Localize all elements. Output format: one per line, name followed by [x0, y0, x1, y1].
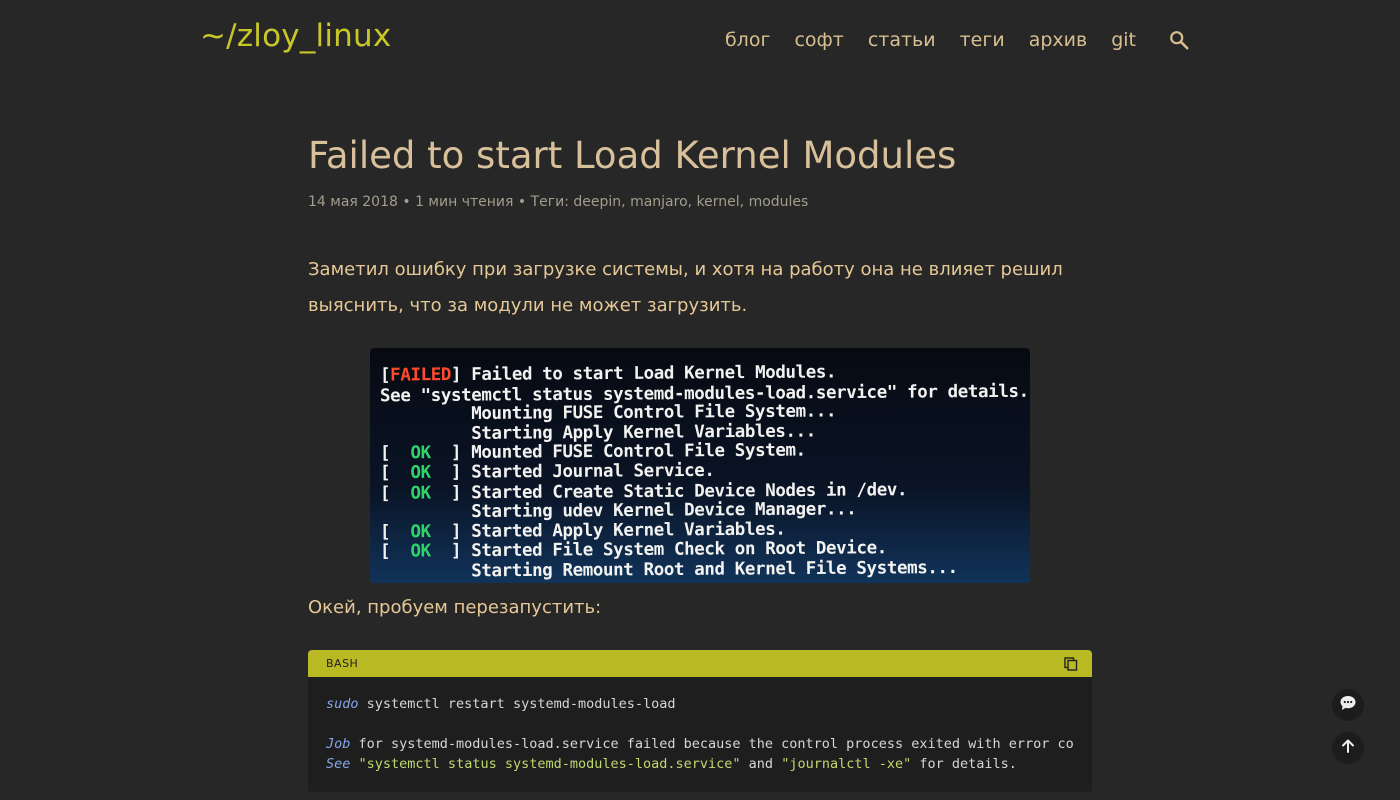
code-text: for details.	[911, 756, 1017, 772]
nav-item-tags[interactable]: теги	[960, 28, 1005, 52]
code-string: "journalctl -xe"	[781, 756, 912, 772]
intro-paragraph: Заметил ошибку при загрузке системы, и х…	[308, 259, 1063, 316]
boot-log-text: [	[379, 541, 411, 563]
post-title: Failed to start Load Kernel Modules	[308, 134, 957, 177]
boot-log-status: OK	[410, 462, 431, 483]
nav-item-blog[interactable]: блог	[725, 28, 770, 52]
boot-log-status: OK	[410, 541, 431, 562]
post-read-time: 1 мин чтения	[415, 194, 514, 210]
tag-link[interactable]: deepin	[573, 194, 621, 210]
code-command: sudo	[326, 696, 359, 712]
code-line: Job for systemd-modules-load.service fai…	[326, 734, 1074, 754]
site-logo[interactable]: ~/zloy_linux	[200, 18, 391, 54]
main-nav: блог софт статьи теги архив git	[701, 28, 1190, 52]
code-string: "systemctl status systemd-modules-load.s…	[358, 756, 741, 772]
tags-label: Теги:	[530, 194, 569, 210]
boot-log-status: OK	[410, 521, 431, 542]
boot-log-line: Starting Remount Root and Kernel File Sy…	[380, 558, 958, 582]
boot-log-status: OK	[410, 483, 431, 504]
meta-separator: •	[517, 194, 531, 210]
code-command: Job	[326, 736, 351, 752]
boot-log-text: [	[379, 483, 411, 504]
scroll-top-button[interactable]	[1332, 732, 1364, 764]
post-meta: 14 мая 2018 • 1 мин чтения • Теги: deepi…	[308, 194, 809, 210]
boot-log-line: [FAILED] Failed to start Load Kernel Mod…	[380, 362, 836, 385]
search-icon[interactable]	[1168, 29, 1190, 51]
code-line: sudo systemctl restart systemd-modules-l…	[326, 694, 1074, 714]
boot-log-line: [ OK ] Mounted FUSE Control File System.	[380, 441, 806, 464]
boot-log-line: [ OK ] Started Journal Service.	[380, 461, 715, 483]
boot-log-text: ] Failed to start Load Kernel Modules.	[450, 362, 837, 386]
boot-log-text: ] Mounted FUSE Control File System.	[430, 440, 806, 464]
boot-log-text: [	[379, 365, 391, 386]
boot-log-status: FAILED	[390, 365, 452, 386]
boot-log-text: [	[379, 443, 411, 464]
boot-log-text: [	[379, 522, 411, 543]
code-text: for systemd-modules-load.service failed …	[350, 736, 1074, 752]
boot-screenshot: [FAILED] Failed to start Load Kernel Mod…	[370, 348, 1030, 583]
comments-button[interactable]	[1332, 689, 1364, 721]
tag-link[interactable]: kernel	[697, 194, 740, 210]
post-date: 14 мая 2018	[308, 194, 398, 210]
code-line: See "systemctl status systemd-modules-lo…	[326, 754, 1074, 774]
code-block-header: BASH	[308, 650, 1092, 677]
boot-log-status: OK	[410, 443, 431, 464]
boot-log-text: ] Started Journal Service.	[430, 460, 715, 483]
nav-item-articles[interactable]: статьи	[868, 28, 936, 52]
code-block: sudo systemctl restart systemd-modules-l…	[308, 677, 1092, 792]
copy-icon[interactable]	[1064, 656, 1078, 671]
comments-icon	[1339, 694, 1357, 716]
boot-log-text: Starting Remount Root and Kernel File Sy…	[379, 557, 958, 583]
tag-link[interactable]: manjaro	[630, 194, 688, 210]
code-command: See	[326, 756, 351, 772]
arrow-up-icon	[1340, 738, 1356, 758]
nav-item-archive[interactable]: архив	[1029, 28, 1088, 52]
nav-item-software[interactable]: софт	[794, 28, 843, 52]
restart-paragraph: Окей, пробуем перезапустить:	[308, 597, 602, 618]
code-text: systemctl restart systemd-modules-load	[358, 696, 676, 712]
meta-separator: •	[402, 194, 416, 210]
boot-log-text: [	[379, 462, 411, 484]
nav-item-git[interactable]: git	[1111, 28, 1136, 52]
code-language-label: BASH	[326, 657, 359, 670]
tag-link[interactable]: modules	[749, 194, 809, 210]
code-text: and	[740, 756, 782, 772]
